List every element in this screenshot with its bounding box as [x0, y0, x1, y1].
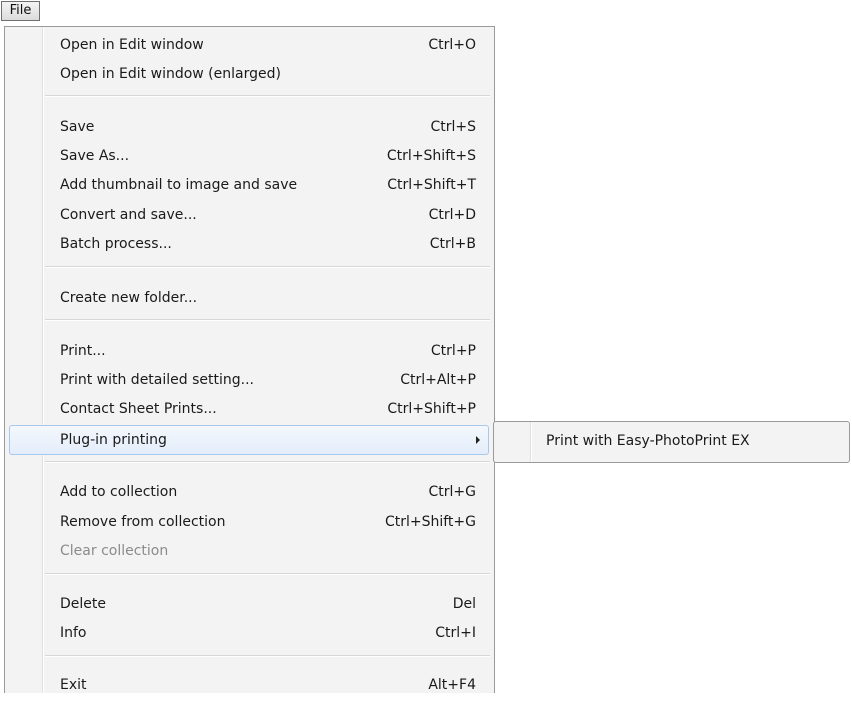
menu-item-shortcut: Ctrl+G: [428, 484, 477, 500]
menu-item-shortcut: Ctrl+O: [428, 37, 476, 53]
file-menu-dropdown: Open in Edit window Ctrl+O Open in Edit …: [4, 26, 495, 693]
menu-separator: [45, 655, 490, 657]
menu-item-info[interactable]: Info Ctrl+I: [10, 619, 488, 649]
menu-item-shortcut: Ctrl+Shift+S: [386, 148, 476, 164]
menu-item-label: Open in Edit window (enlarged): [60, 66, 281, 82]
menu-item-print-detailed-setting[interactable]: Print with detailed setting... Ctrl+Alt+…: [10, 366, 488, 396]
menu-item-shortcut: Ctrl+Alt+P: [400, 372, 476, 388]
menu-item-label: Remove from collection: [60, 514, 226, 530]
menu-item-add-thumbnail[interactable]: Add thumbnail to image and save Ctrl+Shi…: [10, 171, 488, 201]
menu-item-label: Add thumbnail to image and save: [60, 177, 298, 193]
menu-item-shortcut: Ctrl+Shift+P: [387, 401, 476, 417]
menu-separator: [45, 573, 490, 575]
menu-item-shortcut: Del: [452, 596, 476, 612]
menu-item-add-to-collection[interactable]: Add to collection Ctrl+G: [10, 478, 488, 508]
menu-item-label: Print with detailed setting...: [60, 372, 254, 388]
menu-item-shortcut: Ctrl+Shift+G: [384, 514, 476, 530]
menu-item-shortcut: Ctrl+P: [430, 343, 476, 359]
menu-item-label: Clear collection: [60, 543, 169, 559]
file-menu-title[interactable]: File: [1, 1, 40, 21]
menu-item-label: Create new folder...: [60, 290, 198, 306]
submenu-item-print-easy-photoprint-ex[interactable]: Print with Easy-PhotoPrint EX: [496, 427, 847, 457]
menu-item-convert-and-save[interactable]: Convert and save... Ctrl+D: [10, 201, 488, 231]
menu-item-label: Add to collection: [60, 484, 178, 500]
menu-item-create-new-folder[interactable]: Create new folder...: [10, 284, 488, 314]
menu-item-shortcut: Alt+F4: [428, 677, 476, 693]
menu-item-save[interactable]: Save Ctrl+S: [10, 113, 488, 143]
menu-item-shortcut: Ctrl+S: [430, 119, 476, 135]
menu-item-shortcut: Ctrl+Shift+T: [387, 177, 476, 193]
menu-item-open-in-edit-window[interactable]: Open in Edit window Ctrl+O: [10, 31, 488, 61]
menu-item-label: Save: [60, 119, 95, 135]
menu-item-remove-from-collection[interactable]: Remove from collection Ctrl+Shift+G: [10, 508, 488, 538]
menu-item-shortcut: Ctrl+B: [429, 236, 476, 252]
menu-item-exit[interactable]: Exit Alt+F4: [10, 671, 488, 701]
menu-separator: [45, 95, 490, 97]
menu-separator: [45, 319, 490, 321]
menu-item-print[interactable]: Print... Ctrl+P: [10, 337, 488, 367]
submenu-arrow-icon: [476, 436, 480, 444]
menu-separator: [45, 266, 490, 268]
menu-item-label: Save As...: [60, 148, 130, 164]
menu-item-label: Convert and save...: [60, 207, 197, 223]
menu-separator: [45, 461, 490, 463]
menu-item-save-as[interactable]: Save As... Ctrl+Shift+S: [10, 142, 488, 172]
menu-bar: File: [0, 0, 852, 22]
menu-item-contact-sheet-prints[interactable]: Contact Sheet Prints... Ctrl+Shift+P: [10, 395, 488, 425]
plug-in-printing-submenu: Print with Easy-PhotoPrint EX: [493, 421, 850, 463]
menu-item-label: Delete: [60, 596, 106, 612]
menu-item-label: Info: [60, 625, 87, 641]
menu-item-plug-in-printing[interactable]: Plug-in printing: [9, 425, 489, 455]
menu-item-label: Exit: [60, 677, 87, 693]
menu-item-label: Print...: [60, 343, 106, 359]
menu-item-label: Plug-in printing: [60, 432, 167, 448]
menu-item-label: Contact Sheet Prints...: [60, 401, 217, 417]
menu-item-label: Open in Edit window: [60, 37, 204, 53]
submenu-item-label: Print with Easy-PhotoPrint EX: [546, 433, 750, 449]
menu-item-open-in-edit-window-enlarged[interactable]: Open in Edit window (enlarged): [10, 60, 488, 90]
menu-item-clear-collection: Clear collection: [10, 537, 488, 567]
menu-item-shortcut: Ctrl+D: [428, 207, 476, 223]
menu-item-delete[interactable]: Delete Del: [10, 590, 488, 620]
menu-item-shortcut: Ctrl+I: [435, 625, 476, 641]
menu-item-batch-process[interactable]: Batch process... Ctrl+B: [10, 230, 488, 260]
menu-item-label: Batch process...: [60, 236, 172, 252]
